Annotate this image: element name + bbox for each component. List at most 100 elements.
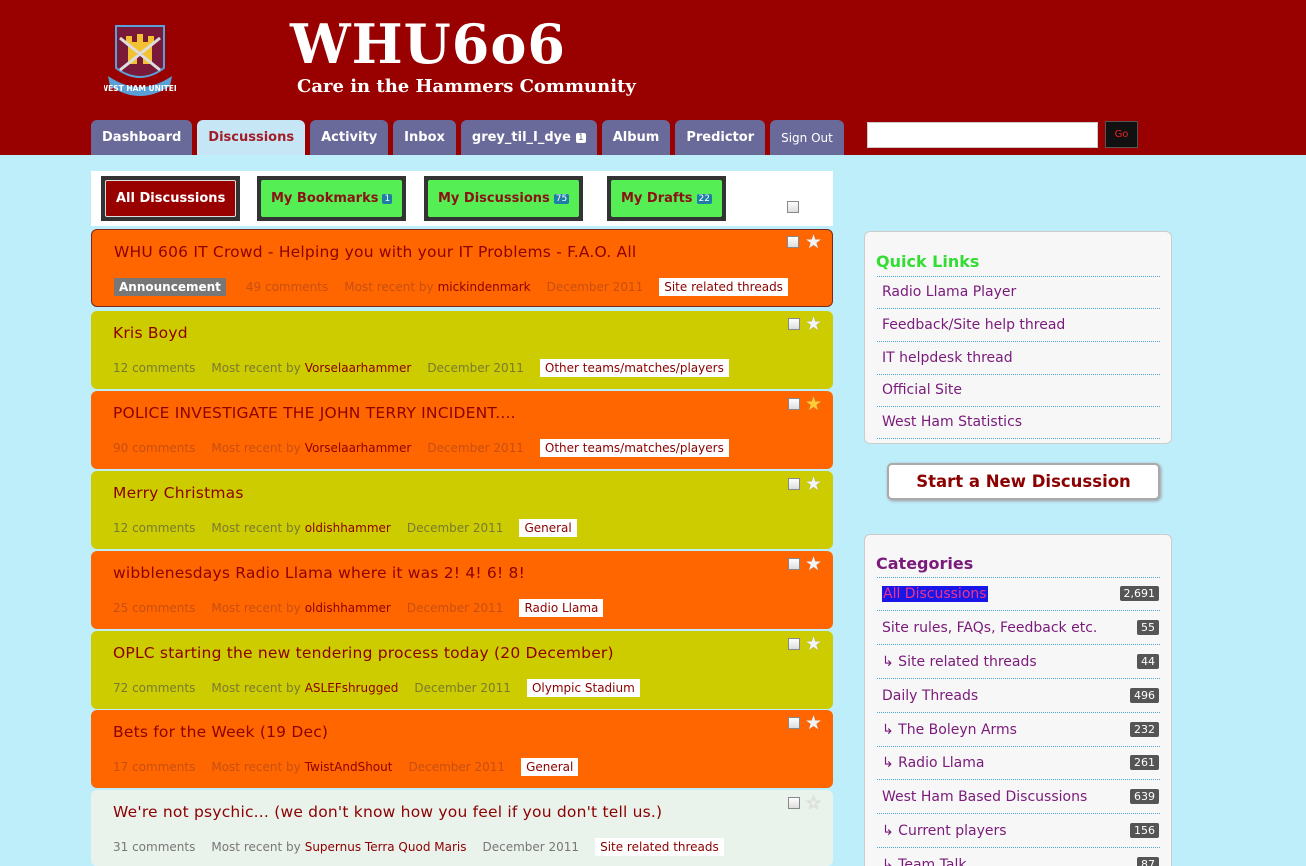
filter-my-discussions[interactable]: My Discussions 75 (424, 176, 584, 221)
quick-link[interactable]: IT helpdesk thread (877, 342, 1160, 375)
start-new-discussion-button[interactable]: Start a New Discussion (887, 463, 1160, 500)
quick-link[interactable]: Radio Llama Player (877, 276, 1160, 309)
discussion-row[interactable]: POLICE INVESTIGATE THE JOHN TERRY INCIDE… (91, 391, 833, 469)
discussion-checkbox[interactable] (788, 318, 800, 330)
author-link[interactable]: Vorselaarhammer (305, 361, 412, 375)
discussion-row[interactable]: Merry Christmas 12 comments Most recent … (91, 471, 833, 549)
discussion-checkbox[interactable] (788, 638, 800, 650)
discussion-row[interactable]: Bets for the Week (19 Dec) 17 comments M… (91, 710, 833, 788)
most-recent-label: Most recent by (211, 521, 301, 535)
last-date: December 2011 (406, 601, 504, 615)
author-link[interactable]: TwistAndShout (305, 760, 393, 774)
club-crest-logo[interactable]: WEST HAM UNITED (100, 20, 180, 102)
discussion-title[interactable]: OPLC starting the new tendering process … (113, 644, 614, 662)
comment-count: 90 comments (113, 441, 196, 455)
filter-my-drafts[interactable]: My Drafts 22 (607, 176, 726, 221)
category-item[interactable]: West Ham Based Discussions 639 (877, 780, 1160, 814)
discussion-row[interactable]: WHU 606 IT Crowd - Helping you with your… (91, 229, 833, 307)
category-item[interactable]: ↳ Site related threads 44 (877, 645, 1160, 679)
category-item[interactable]: ↳ Team Talk 87 (877, 848, 1160, 866)
discussion-checkbox[interactable] (788, 717, 800, 729)
discussion-meta: 25 comments Most recent by oldishhammer … (113, 599, 604, 617)
discussion-title[interactable]: Kris Boyd (113, 324, 188, 342)
discussion-row[interactable]: Kris Boyd 12 comments Most recent by Vor… (91, 311, 833, 389)
category-tag[interactable]: General (521, 758, 579, 776)
tab-predictor[interactable]: Predictor (675, 120, 766, 155)
discussion-meta: 31 comments Most recent by Supernus Terr… (113, 838, 724, 856)
category-tag[interactable]: Other teams/matches/players (539, 359, 729, 377)
author-link[interactable]: oldishhammer (305, 521, 391, 535)
category-tag[interactable]: Site related threads (595, 838, 724, 856)
comment-count: 31 comments (113, 840, 196, 854)
discussion-row[interactable]: wibblenesdays Radio Llama where it was 2… (91, 551, 833, 629)
bookmark-star-icon[interactable]: ★ (805, 231, 822, 253)
discussion-title[interactable]: Merry Christmas (113, 484, 244, 502)
category-item[interactable]: ↳ Current players 156 (877, 814, 1160, 848)
discussion-checkbox[interactable] (788, 797, 800, 809)
last-date: December 2011 (414, 681, 511, 695)
category-label: West Ham Based Discussions (882, 788, 1088, 805)
discussion-row[interactable]: OPLC starting the new tendering process … (91, 631, 833, 709)
discussion-title[interactable]: POLICE INVESTIGATE THE JOHN TERRY INCIDE… (113, 404, 516, 422)
discussion-title[interactable]: Bets for the Week (19 Dec) (113, 723, 328, 741)
author-link[interactable]: mickindenmark (438, 280, 531, 294)
tab-profile[interactable]: grey_til_I_dye 1 (460, 120, 597, 155)
bookmark-star-icon[interactable]: ★ (805, 712, 822, 734)
discussion-checkbox[interactable] (788, 478, 800, 490)
category-tag[interactable]: Radio Llama (519, 599, 604, 617)
category-tag[interactable]: Other teams/matches/players (539, 439, 729, 457)
bookmark-star-icon[interactable]: ★ (805, 553, 822, 575)
most-recent-label: Most recent by (211, 840, 301, 854)
tab-label: Discussions (208, 130, 295, 145)
last-date: December 2011 (546, 280, 644, 294)
author-link[interactable]: Supernus Terra Quod Maris (305, 840, 467, 854)
bookmark-star-icon[interactable]: ★ (805, 473, 822, 495)
filter-my-bookmarks[interactable]: My Bookmarks 1 (257, 176, 407, 221)
discussion-title[interactable]: We're not psychic... (we don't know how … (113, 803, 662, 821)
bookmark-star-icon[interactable]: ☆ (805, 792, 822, 814)
category-tag[interactable]: General (519, 519, 577, 537)
tab-activity[interactable]: Activity (310, 120, 389, 155)
filter-all-discussions[interactable]: All Discussions (101, 176, 241, 221)
discussion-row[interactable]: We're not psychic... (we don't know how … (91, 790, 833, 866)
bookmark-star-icon[interactable]: ★ (805, 633, 822, 655)
discussion-checkbox[interactable] (788, 398, 800, 410)
category-item[interactable]: Daily Threads 496 (877, 679, 1160, 713)
tab-sign-out[interactable]: Sign Out (770, 120, 844, 155)
discussion-checkbox[interactable] (787, 236, 799, 248)
category-item[interactable]: ↳ Radio Llama 261 (877, 746, 1160, 780)
category-count: 156 (1130, 823, 1159, 838)
quick-link[interactable]: Official Site (877, 374, 1160, 407)
comment-count: 12 comments (113, 361, 196, 375)
discussion-meta: 72 comments Most recent by ASLEFshrugged… (113, 679, 640, 697)
search-go-button[interactable]: Go (1105, 121, 1138, 148)
category-item-all[interactable]: All Discussions 2,691 (877, 577, 1160, 611)
category-count: 2,691 (1119, 586, 1159, 601)
category-count: 261 (1130, 755, 1159, 770)
quick-link[interactable]: West Ham Statistics (877, 406, 1160, 439)
filter-count: 1 (382, 193, 393, 204)
author-link[interactable]: oldishhammer (305, 601, 391, 615)
bookmark-star-icon[interactable]: ★ (805, 313, 822, 335)
tab-inbox[interactable]: Inbox (393, 120, 456, 155)
quick-link[interactable]: Feedback/Site help thread (877, 309, 1160, 342)
search-input[interactable] (867, 122, 1098, 148)
bookmark-star-icon[interactable]: ★ (805, 393, 822, 415)
author-link[interactable]: Vorselaarhammer (305, 441, 412, 455)
category-tag[interactable]: Olympic Stadium (526, 679, 640, 697)
category-tag[interactable]: Site related threads (659, 278, 788, 296)
discussion-title[interactable]: WHU 606 IT Crowd - Helping you with your… (114, 243, 636, 261)
author-link[interactable]: ASLEFshrugged (305, 681, 399, 695)
filter-count: 22 (696, 193, 712, 204)
category-item[interactable]: Site rules, FAQs, Feedback etc. 55 (877, 611, 1160, 645)
main-nav: Dashboard Discussions Activity Inbox gre… (91, 120, 844, 155)
tab-discussions[interactable]: Discussions (197, 120, 306, 155)
discussion-checkbox[interactable] (788, 558, 800, 570)
most-recent-label: Most recent by (211, 760, 301, 774)
tab-album[interactable]: Album (601, 120, 671, 155)
category-item[interactable]: ↳ The Boleyn Arms 232 (877, 713, 1160, 747)
select-all-checkbox[interactable] (787, 201, 799, 213)
discussion-title[interactable]: wibblenesdays Radio Llama where it was 2… (113, 564, 525, 582)
most-recent-label: Most recent by (211, 441, 301, 455)
tab-dashboard[interactable]: Dashboard (91, 120, 193, 155)
